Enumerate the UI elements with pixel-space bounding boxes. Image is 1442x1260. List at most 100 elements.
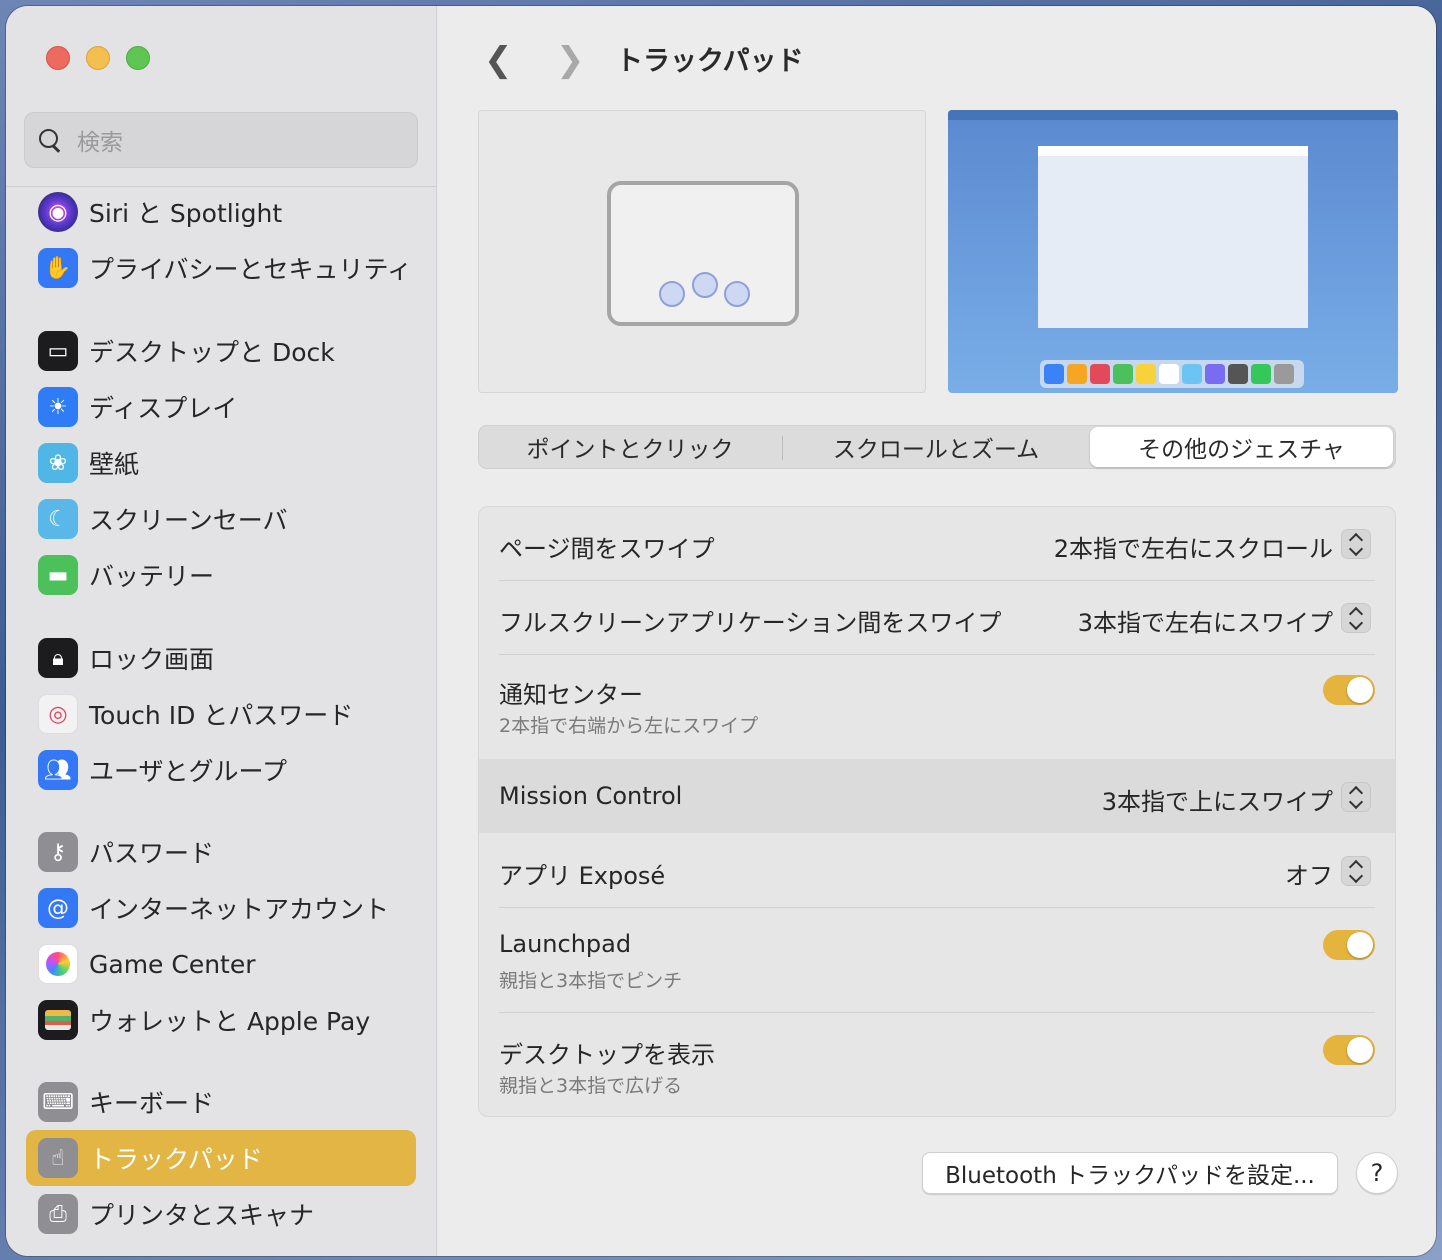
sidebar-item-label: Siri と Spotlight (89, 199, 283, 228)
sidebar-item-keyboard[interactable]: ⌨ キーボード (26, 1074, 416, 1130)
popup-stepper-icon[interactable] (1341, 603, 1371, 633)
sidebar-item-label: ロック画面 (89, 645, 215, 674)
setting-label: Launchpad (499, 930, 632, 958)
sidebar-item-label: パスワード (89, 839, 215, 868)
setting-value[interactable]: 3本指で左右にスワイプ (1078, 603, 1333, 638)
keyboard-icon: ⌨ (38, 1082, 78, 1122)
page-title: トラックパッド (616, 46, 804, 77)
screensaver-icon: ☾ (38, 499, 78, 539)
dock-illustration (1040, 360, 1304, 388)
sidebar-item-label: トラックパッド (89, 1145, 263, 1174)
battery-icon: ▬ (38, 555, 78, 595)
search-icon (39, 129, 61, 151)
setting-label: ページ間をスワイプ (499, 535, 715, 563)
popup-stepper-icon[interactable] (1341, 856, 1371, 886)
sidebar: 検索 ◉ Siri と Spotlight ✋ プライバシーとセキュリティ ▭ … (6, 6, 437, 1256)
help-button[interactable]: ? (1356, 1152, 1398, 1194)
setting-value[interactable]: オフ (1285, 856, 1333, 891)
back-chevron-icon[interactable]: ❮ (484, 40, 513, 80)
window-controls (46, 46, 150, 70)
setting-row-show-desktop: デスクトップを表示 親指と3本指で広げる (479, 1013, 1395, 1116)
show-desktop-toggle[interactable] (1323, 1035, 1375, 1065)
sidebar-item-display[interactable]: ☀ ディスプレイ (26, 379, 416, 435)
close-button[interactable] (46, 46, 70, 70)
forward-chevron-icon[interactable]: ❯ (556, 40, 585, 80)
trackpad-illustration (607, 181, 799, 326)
segmented-tabs: ポイントとクリック スクロールとズーム その他のジェスチャ (478, 425, 1396, 469)
sidebar-item-trackpad[interactable]: ☝ トラックパッド (26, 1130, 416, 1186)
setting-row-app-expose: アプリ Exposé オフ (479, 833, 1395, 907)
sidebar-item-label: インターネットアカウント (89, 895, 390, 924)
setting-value[interactable]: 2本指で左右にスクロール (1054, 529, 1333, 564)
setting-label: 通知センター (499, 681, 643, 709)
sidebar-item-game-center[interactable]: Game Center (26, 936, 416, 992)
popup-stepper-icon[interactable] (1341, 782, 1371, 812)
sidebar-item-label: スクリーンセーバ (89, 506, 288, 535)
sidebar-item-lock-screen[interactable]: 🔒︎ ロック画面 (26, 630, 416, 686)
sidebar-item-privacy[interactable]: ✋ プライバシーとセキュリティ (26, 240, 416, 296)
wallet-icon (38, 1000, 78, 1040)
setting-description: 2本指で右端から左にスワイプ (499, 715, 759, 737)
sidebar-item-desktop-dock[interactable]: ▭ デスクトップと Dock (26, 323, 416, 379)
brightness-icon: ☀ (38, 387, 78, 427)
gesture-trackpad-preview (478, 110, 926, 393)
sidebar-item-siri[interactable]: ◉ Siri と Spotlight (26, 184, 416, 240)
dock-icon: ▭ (38, 331, 78, 371)
users-icon: 👥︎ (38, 750, 78, 790)
sidebar-item-label: ディスプレイ (89, 394, 238, 423)
sidebar-item-wallpaper[interactable]: ❀ 壁紙 (26, 435, 416, 491)
search-placeholder: 検索 (77, 130, 123, 156)
sidebar-item-label: ユーザとグループ (89, 757, 288, 786)
search-field[interactable]: 検索 (24, 112, 418, 168)
lock-icon: 🔒︎ (38, 638, 78, 678)
setting-row-notification-center: 通知センター 2本指で右端から左にスワイプ (479, 655, 1395, 759)
sidebar-item-touch-id[interactable]: ◎ Touch ID とパスワード (26, 686, 416, 742)
menubar-illustration (948, 110, 1398, 120)
sidebar-item-wallet[interactable]: ウォレットと Apple Pay (26, 992, 416, 1048)
sidebar-item-label: バッテリー (89, 562, 215, 591)
sidebar-item-label: プライバシーとセキュリティ (89, 255, 413, 284)
launchpad-toggle[interactable] (1323, 930, 1375, 960)
setting-label: アプリ Exposé (499, 862, 666, 890)
sidebar-item-label: キーボード (89, 1089, 215, 1118)
sidebar-item-label: デスクトップと Dock (89, 338, 335, 367)
setting-label: デスクトップを表示 (499, 1041, 715, 1069)
setting-row-swipe-pages: ページ間をスワイプ 2本指で左右にスクロール (479, 507, 1395, 581)
setting-row-launchpad: Launchpad 親指と3本指でピンチ (479, 908, 1395, 1012)
window-illustration (1038, 146, 1308, 328)
sidebar-item-internet-accounts[interactable]: @ インターネットアカウント (26, 880, 416, 936)
flower-icon: ❀ (38, 443, 78, 483)
key-icon: ⚷ (38, 832, 78, 872)
sidebar-item-screensaver[interactable]: ☾ スクリーンセーバ (26, 491, 416, 547)
setting-description: 親指と3本指でピンチ (499, 970, 683, 992)
sidebar-item-battery[interactable]: ▬ バッテリー (26, 547, 416, 603)
finger-dot (692, 272, 718, 298)
sidebar-item-label: 壁紙 (89, 450, 140, 479)
sidebar-item-users[interactable]: 👥︎ ユーザとグループ (26, 742, 416, 798)
setting-row-swipe-fullscreen: フルスクリーンアプリケーション間をスワイプ 3本指で左右にスワイプ (479, 581, 1395, 655)
setting-label: Mission Control (499, 782, 683, 810)
sidebar-item-label: Touch ID とパスワード (89, 701, 354, 730)
notification-center-toggle[interactable] (1323, 675, 1375, 705)
settings-window: 検索 ◉ Siri と Spotlight ✋ プライバシーとセキュリティ ▭ … (6, 6, 1436, 1256)
sidebar-item-label: Game Center (89, 949, 256, 979)
tab-scroll-zoom[interactable]: スクロールとズーム (783, 426, 1089, 468)
tab-point-click[interactable]: ポイントとクリック (479, 426, 781, 468)
setting-value[interactable]: 3本指で上にスワイプ (1102, 782, 1333, 817)
minimize-button[interactable] (86, 46, 110, 70)
zoom-button[interactable] (126, 46, 150, 70)
sidebar-item-label: ウォレットと Apple Pay (89, 1007, 371, 1036)
sidebar-item-label: プリンタとスキャナ (89, 1201, 315, 1230)
finger-dot (724, 281, 750, 307)
finger-dot (659, 281, 685, 307)
siri-icon: ◉ (38, 192, 78, 232)
game-center-icon (38, 944, 78, 984)
setting-label: フルスクリーンアプリケーション間をスワイプ (499, 609, 1002, 637)
tab-more-gestures[interactable]: その他のジェスチャ (1090, 427, 1393, 467)
sidebar-item-printers[interactable]: ⎙ プリンタとスキャナ (26, 1186, 416, 1242)
sidebar-item-passwords[interactable]: ⚷ パスワード (26, 824, 416, 880)
at-icon: @ (38, 888, 78, 928)
setting-row-mission-control: Mission Control 3本指で上にスワイプ (479, 759, 1395, 833)
setup-bluetooth-trackpad-button[interactable]: Bluetooth トラックパッドを設定... (922, 1152, 1338, 1194)
popup-stepper-icon[interactable] (1341, 529, 1371, 559)
